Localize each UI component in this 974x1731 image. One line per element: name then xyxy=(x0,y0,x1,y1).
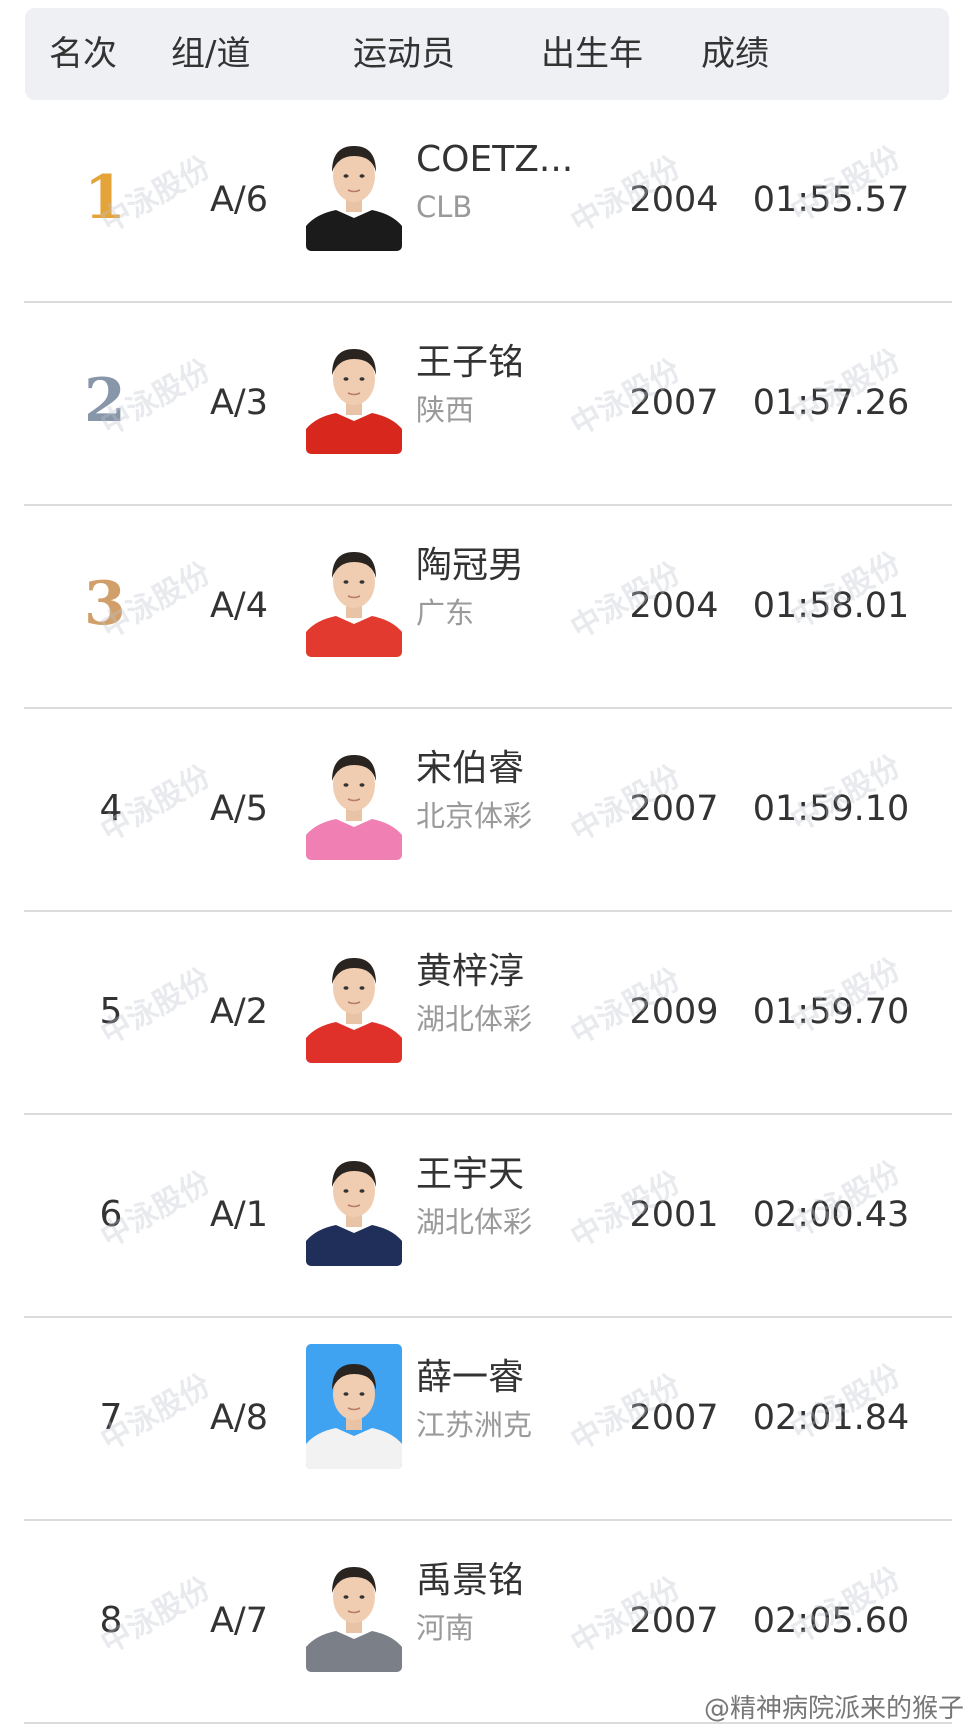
birth-year-value: 2007 xyxy=(629,383,719,423)
result-time: 02:00.43 xyxy=(752,1195,910,1235)
athlete-team: 河南 xyxy=(416,1611,475,1645)
athlete-name: 薛一睿 xyxy=(416,1357,525,1398)
athlete-team: 湖北体彩 xyxy=(416,1002,533,1036)
result-time: 01:58.01 xyxy=(752,586,910,626)
table-row[interactable]: 7 A/8 薛一睿 江苏洲克 2007 02:01.84 中泳股份 中泳股份 中… xyxy=(24,1318,952,1521)
header-result: 成绩 xyxy=(701,34,769,74)
athlete-photo xyxy=(306,126,402,251)
lane-value: A/7 xyxy=(209,1601,268,1641)
athlete-portrait-icon xyxy=(306,735,402,860)
birth-year-value: 2004 xyxy=(629,586,719,626)
rank-number: 6 xyxy=(99,1194,123,1235)
birth-year-value: 2004 xyxy=(629,180,719,220)
lane-value: A/6 xyxy=(209,180,268,220)
table-row[interactable]: 2 A/3 王子铭 陕西 2007 01:57.26 中泳股份 中泳股份 中泳股… xyxy=(24,303,952,506)
rank-number: 5 xyxy=(99,991,123,1032)
result-time: 01:55.57 xyxy=(752,180,910,220)
header-lane: 组/道 xyxy=(171,34,251,74)
birth-year-value: 2007 xyxy=(629,1398,719,1438)
athlete-photo xyxy=(306,1344,402,1469)
weibo-credit: @精神病院派来的猴子 xyxy=(703,1694,964,1724)
athlete-photo xyxy=(306,938,402,1063)
table-row[interactable]: 6 A/1 王宇天 湖北体彩 2001 02:00.43 中泳股份 中泳股份 中… xyxy=(24,1115,952,1318)
lane-value: A/4 xyxy=(209,586,268,626)
table-row[interactable]: 3 A/4 陶冠男 广东 2004 01:58.01 中泳股份 中泳股份 中泳股… xyxy=(24,506,952,709)
lane-value: A/5 xyxy=(209,789,268,829)
table-row[interactable]: 1 A/6 COETZ... CLB 2004 01:55.57 中泳股份 中泳… xyxy=(24,100,952,303)
rank-number: 7 xyxy=(99,1397,123,1438)
athlete-portrait-icon xyxy=(306,938,402,1063)
athlete-portrait-icon xyxy=(306,329,402,454)
athlete-portrait-icon xyxy=(306,1344,402,1469)
birth-year-value: 2009 xyxy=(629,992,719,1032)
birth-year-value: 2007 xyxy=(629,1601,719,1641)
birth-year-value: 2001 xyxy=(629,1195,719,1235)
result-time: 01:57.26 xyxy=(752,383,910,423)
athlete-team: CLB xyxy=(416,190,473,224)
athlete-photo xyxy=(306,1141,402,1266)
header-birth-year: 出生年 xyxy=(541,34,643,74)
athlete-name: 禹景铭 xyxy=(416,1560,525,1601)
athlete-portrait-icon xyxy=(306,532,402,657)
athlete-portrait-icon xyxy=(306,1141,402,1266)
result-time: 02:05.60 xyxy=(752,1601,910,1641)
rank-number: 4 xyxy=(99,788,123,829)
table-row[interactable]: 5 A/2 黄梓淳 湖北体彩 2009 01:59.70 中泳股份 中泳股份 中… xyxy=(24,912,952,1115)
athlete-name: 宋伯睿 xyxy=(416,748,525,789)
rank-medal-icon: 3 xyxy=(84,569,126,639)
athlete-team: 江苏洲克 xyxy=(416,1408,533,1442)
athlete-team: 广东 xyxy=(416,596,475,630)
athlete-name: 王子铭 xyxy=(416,342,525,383)
athlete-name: 王宇天 xyxy=(416,1154,525,1195)
result-time: 01:59.10 xyxy=(752,789,910,829)
lane-value: A/3 xyxy=(209,383,268,423)
athlete-portrait-icon xyxy=(306,1547,402,1672)
athlete-name: COETZ... xyxy=(416,139,574,180)
table-row[interactable]: 4 A/5 宋伯睿 北京体彩 2007 01:59.10 中泳股份 中泳股份 中… xyxy=(24,709,952,912)
athlete-team: 陕西 xyxy=(416,393,475,427)
table-header: 名次 组/道 运动员 出生年 成绩 xyxy=(25,8,949,100)
athlete-photo xyxy=(306,735,402,860)
rank-medal-icon: 1 xyxy=(84,163,126,233)
lane-value: A/1 xyxy=(209,1195,268,1235)
athlete-photo xyxy=(306,532,402,657)
rank-medal-icon: 2 xyxy=(84,366,126,436)
athlete-photo xyxy=(306,1547,402,1672)
athlete-portrait-icon xyxy=(306,126,402,251)
athlete-name: 陶冠男 xyxy=(416,545,525,586)
lane-value: A/8 xyxy=(209,1398,268,1438)
rank-number: 8 xyxy=(99,1600,123,1641)
header-athlete: 运动员 xyxy=(353,34,455,74)
birth-year-value: 2007 xyxy=(629,789,719,829)
result-time: 02:01.84 xyxy=(752,1398,910,1438)
lane-value: A/2 xyxy=(209,992,268,1032)
athlete-team: 湖北体彩 xyxy=(416,1205,533,1239)
athlete-team: 北京体彩 xyxy=(416,799,533,833)
result-time: 01:59.70 xyxy=(752,992,910,1032)
athlete-name: 黄梓淳 xyxy=(416,951,525,992)
header-rank: 名次 xyxy=(49,34,117,74)
athlete-photo xyxy=(306,329,402,454)
